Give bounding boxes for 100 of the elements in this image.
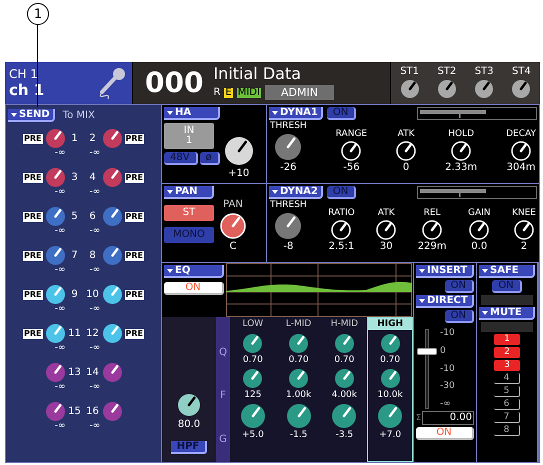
knob[interactable] — [274, 133, 302, 161]
knob[interactable] — [102, 167, 122, 188]
knob[interactable] — [102, 206, 122, 227]
section-button[interactable]: INSERT — [416, 265, 474, 278]
mute-group-button[interactable]: 1 — [494, 334, 520, 345]
pre-badge[interactable]: PRE — [124, 328, 144, 338]
eq-value: 10.0k — [377, 391, 403, 400]
band-name[interactable]: HIGH — [368, 318, 412, 330]
param-label: DECAY — [506, 130, 536, 139]
pre-badge[interactable]: PRE — [23, 212, 42, 222]
knob[interactable] — [422, 220, 442, 240]
fader-value: 0.00 — [422, 411, 474, 425]
knob[interactable] — [102, 128, 122, 149]
knob[interactable] — [380, 333, 401, 354]
knob[interactable] — [102, 401, 122, 422]
stereo-label: ST2 — [437, 67, 456, 77]
send-value: -∞ — [54, 149, 66, 158]
section-button[interactable]: DYNA2 — [269, 186, 323, 199]
send-number: 7 — [70, 250, 79, 260]
knob[interactable] — [242, 333, 264, 354]
section-button[interactable]: DIRECT — [416, 295, 474, 308]
band-name[interactable]: LOW — [231, 318, 275, 330]
send-value: -∞ — [54, 227, 66, 236]
mute-group-button[interactable]: 4 — [494, 373, 520, 384]
mute-group-button[interactable]: 3 — [494, 360, 520, 371]
knob[interactable] — [341, 141, 362, 161]
knob[interactable] — [331, 220, 352, 240]
status-indicator: R — [213, 88, 220, 98]
section-button[interactable]: EQ — [164, 265, 224, 278]
knob[interactable] — [436, 79, 457, 99]
knob[interactable] — [274, 212, 302, 240]
pre-badge[interactable]: PRE — [124, 134, 144, 144]
section-button[interactable]: DYNA1 — [269, 107, 323, 120]
mute-group-button[interactable]: 8 — [494, 425, 520, 436]
eq-value: 0.70 — [288, 356, 309, 365]
knob[interactable] — [44, 323, 66, 344]
fader-handle[interactable] — [417, 348, 437, 356]
knob[interactable] — [469, 220, 490, 240]
stereo-button[interactable]: ST — [164, 205, 214, 221]
section-button[interactable]: SEND — [8, 109, 55, 122]
knob[interactable] — [474, 79, 494, 99]
pre-badge[interactable]: PRE — [23, 328, 42, 338]
knob[interactable] — [334, 368, 355, 389]
eq-value: -1.5 — [290, 431, 308, 440]
knob[interactable] — [334, 333, 355, 354]
param-value: -56 — [343, 163, 360, 173]
band-name[interactable]: H-MID — [322, 318, 366, 330]
mute-group-button[interactable]: 7 — [494, 412, 520, 423]
pre-badge[interactable]: PRE — [124, 212, 144, 222]
knob[interactable] — [44, 128, 66, 149]
knob[interactable] — [376, 220, 396, 240]
band-name[interactable]: L-MID — [276, 318, 320, 330]
row-label: F — [220, 391, 226, 402]
mute-group-button[interactable]: 5 — [494, 386, 520, 397]
knob[interactable] — [288, 333, 310, 354]
knob[interactable] — [220, 213, 246, 239]
stereo-label: ST1 — [400, 67, 420, 77]
section-button[interactable]: MUTE — [479, 307, 535, 320]
eq-value: 0.70 — [334, 356, 354, 365]
knob[interactable] — [380, 368, 401, 389]
knob[interactable] — [377, 403, 404, 429]
knob[interactable] — [177, 393, 201, 417]
knob[interactable] — [396, 141, 416, 161]
section-button[interactable]: SAFE — [479, 265, 535, 278]
knob[interactable] — [400, 79, 420, 99]
knob[interactable] — [102, 323, 122, 344]
pre-badge[interactable]: PRE — [23, 134, 42, 144]
pre-badge[interactable]: PRE — [23, 290, 42, 300]
knob[interactable] — [102, 284, 122, 305]
mute-group-button[interactable]: 6 — [494, 399, 520, 410]
knob[interactable] — [44, 167, 66, 188]
pre-badge[interactable]: PRE — [23, 250, 42, 260]
knob[interactable] — [44, 245, 66, 266]
knob[interactable] — [240, 403, 266, 429]
pre-badge[interactable]: PRE — [124, 250, 144, 260]
caret-icon — [482, 310, 488, 314]
knob[interactable] — [451, 141, 472, 161]
send-value: -∞ — [54, 188, 66, 197]
pre-badge[interactable]: PRE — [23, 172, 42, 182]
knob[interactable] — [102, 245, 122, 266]
knob[interactable] — [102, 362, 122, 383]
knob[interactable] — [224, 136, 254, 166]
mute-group-button[interactable]: 2 — [494, 347, 520, 358]
knob[interactable] — [44, 284, 66, 305]
knob[interactable] — [514, 220, 534, 240]
knob[interactable] — [331, 403, 358, 429]
scene-number: 000 — [145, 69, 204, 97]
section-button[interactable]: HA — [164, 107, 220, 120]
knob[interactable] — [286, 403, 312, 429]
knob[interactable] — [511, 79, 532, 99]
send-number: 4 — [88, 172, 97, 182]
knob[interactable] — [511, 141, 532, 161]
pre-badge[interactable]: PRE — [124, 290, 144, 300]
section-button[interactable]: PAN — [164, 186, 214, 199]
knob[interactable] — [44, 206, 66, 227]
pre-badge[interactable]: PRE — [124, 172, 144, 182]
knob[interactable] — [44, 362, 66, 383]
knob[interactable] — [288, 368, 310, 389]
knob[interactable] — [242, 368, 264, 389]
knob[interactable] — [44, 401, 66, 422]
